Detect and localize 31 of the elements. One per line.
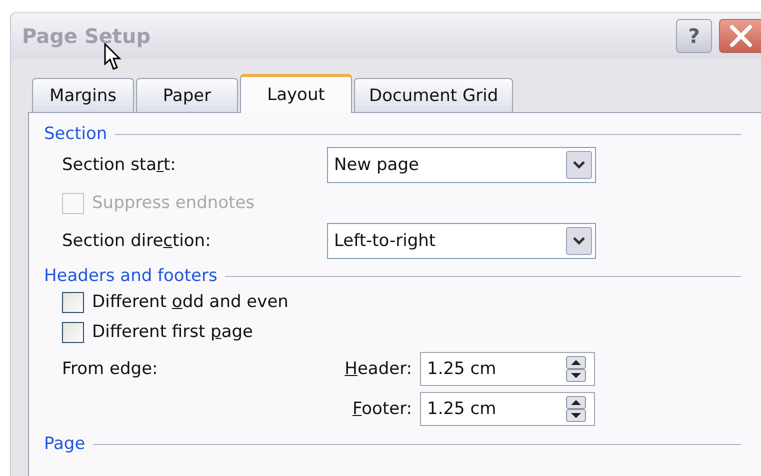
checkbox-label: Suppress endnotes bbox=[92, 193, 255, 213]
field-value: 1.25 cm bbox=[427, 359, 496, 379]
spin-arrows-icon[interactable] bbox=[566, 396, 586, 422]
dropdown-value: New page bbox=[334, 155, 419, 175]
spin-arrows-icon[interactable] bbox=[566, 356, 586, 382]
field-label: Header: bbox=[344, 359, 412, 379]
checkbox[interactable] bbox=[62, 322, 84, 342]
close-button[interactable] bbox=[719, 19, 761, 53]
field-label: Footer: bbox=[352, 399, 412, 419]
checkbox-label: Different first page bbox=[92, 322, 253, 342]
tab[interactable]: Paper bbox=[136, 78, 238, 112]
dropdown[interactable]: New page bbox=[327, 147, 596, 183]
field-label: Section start: bbox=[62, 155, 176, 175]
help-button[interactable]: ? bbox=[676, 19, 712, 53]
spin-field[interactable]: 1.25 cm bbox=[420, 392, 595, 426]
section-heading: Section bbox=[44, 124, 108, 144]
spin-field[interactable]: 1.25 cm bbox=[420, 352, 595, 386]
close-icon bbox=[728, 24, 754, 48]
checkbox[interactable] bbox=[62, 292, 84, 312]
checkbox-label: Different odd and even bbox=[92, 292, 288, 312]
dropdown-value: Left-to-right bbox=[334, 231, 436, 251]
section-heading: Headers and footers bbox=[44, 266, 218, 286]
field-value: 1.25 cm bbox=[427, 399, 496, 419]
section-heading: Page bbox=[44, 434, 86, 454]
tab[interactable]: Layout bbox=[240, 74, 352, 113]
dropdown[interactable]: Left-to-right bbox=[327, 223, 596, 259]
window-title: Page Setup bbox=[22, 24, 151, 48]
field-label: From edge: bbox=[62, 359, 158, 379]
tab[interactable]: Margins bbox=[32, 78, 134, 112]
tab[interactable]: Document Grid bbox=[354, 78, 514, 112]
field-label: Section direction: bbox=[62, 231, 211, 251]
